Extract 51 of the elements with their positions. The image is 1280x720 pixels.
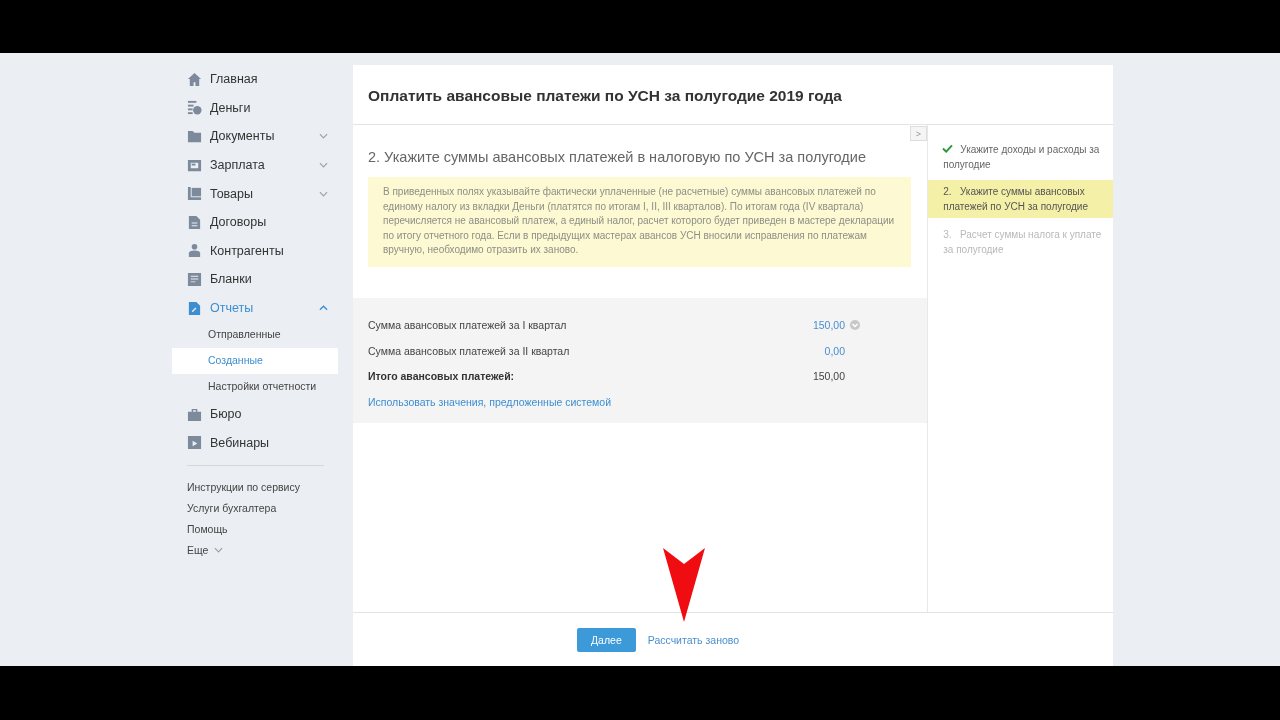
nav-item[interactable]: Зарплата bbox=[172, 150, 338, 180]
check-icon bbox=[942, 144, 954, 153]
nav-item[interactable]: Вебинары bbox=[172, 428, 338, 457]
video-icon bbox=[187, 435, 202, 451]
field-label: Сумма авансовых платежей за I квартал bbox=[368, 319, 568, 332]
dialog-title: Оплатить авансовые платежи по УСН за полугодие 2019 года bbox=[353, 65, 1113, 125]
nav-label: Деньги bbox=[210, 100, 252, 115]
nav-item[interactable]: Бланки bbox=[172, 265, 338, 294]
nav-item[interactable]: Главная bbox=[172, 65, 338, 94]
nav-item[interactable]: Договоры bbox=[172, 207, 338, 237]
cart-icon bbox=[187, 186, 202, 202]
document-icon bbox=[187, 214, 202, 230]
nav-label: Зарплата bbox=[210, 158, 266, 173]
nav-label: Вебинары bbox=[210, 435, 271, 450]
total-label: Итого авансовых платежей: bbox=[368, 370, 516, 383]
sub-nav-item[interactable]: Настройки отчетности bbox=[172, 373, 338, 400]
dropdown-icon[interactable] bbox=[850, 320, 860, 331]
total-value: 150,00 bbox=[811, 370, 845, 383]
nav-label: Документы bbox=[210, 129, 276, 144]
briefcase-icon bbox=[187, 406, 202, 422]
nav-label: Бюро bbox=[210, 407, 243, 422]
nav-item[interactable]: Товары bbox=[172, 179, 338, 208]
sidebar-link[interactable]: Еще bbox=[172, 539, 209, 561]
info-note: В приведенных полях указывайте фактически уплаченные (не расчетные) суммы авансовых платежей по единому налогу из вкладки Деньги (платятся по итогам I, II, III кварталов). По итогам года (IV квартала) перечисляется не авансовый платеж, а единый налог, расчет которого будет приведен в мастере декларации по итогу отчетного года. Если в предыдущих мастерах авансов УСН вносили исправления по платежам вручную, необходимо отразить их заново. bbox=[368, 177, 912, 267]
sub-nav-item[interactable]: Созданные bbox=[172, 348, 338, 374]
sidebar-link[interactable]: Инструкции по сервису bbox=[172, 476, 300, 498]
nav-item[interactable]: Бюро bbox=[172, 399, 338, 429]
house-icon bbox=[187, 71, 202, 87]
person-icon bbox=[187, 243, 202, 259]
report-icon bbox=[187, 300, 202, 316]
recalculate-link[interactable]: Рассчитать заново bbox=[647, 633, 740, 646]
nav-label: Отчеты bbox=[210, 301, 255, 316]
card-icon bbox=[187, 157, 202, 173]
field-label: Сумма авансовых платежей за II квартал bbox=[368, 344, 571, 357]
sub-nav-item[interactable]: Отправленные bbox=[172, 322, 338, 349]
nav-label: Договоры bbox=[210, 215, 268, 230]
sidebar-link[interactable]: Услуги бухгалтера bbox=[172, 497, 277, 519]
nav-item[interactable]: Деньги bbox=[172, 93, 338, 123]
nav-label: Товары bbox=[210, 186, 254, 201]
nav-item[interactable]: Контрагенты bbox=[172, 236, 338, 266]
folder-icon bbox=[187, 129, 202, 144]
nav-label: Главная bbox=[210, 72, 259, 87]
coin-document-icon bbox=[187, 100, 202, 116]
step-heading: 2. Укажите суммы авансовых платежей в налоговую по УСН за полугодие bbox=[368, 149, 867, 165]
list-document-icon bbox=[187, 271, 202, 287]
nav-label: Бланки bbox=[210, 272, 253, 287]
sidebar-link[interactable]: Помощь bbox=[172, 518, 228, 540]
nav-item[interactable]: Документы bbox=[172, 122, 338, 151]
wizard-step[interactable]: 2. Укажите суммы авансовых платежей по УСН за полугодие bbox=[928, 180, 1113, 218]
nav-label: Контрагенты bbox=[210, 243, 285, 258]
wizard-step[interactable]: Укажите доходы и расходы за полугодие bbox=[928, 142, 1113, 172]
